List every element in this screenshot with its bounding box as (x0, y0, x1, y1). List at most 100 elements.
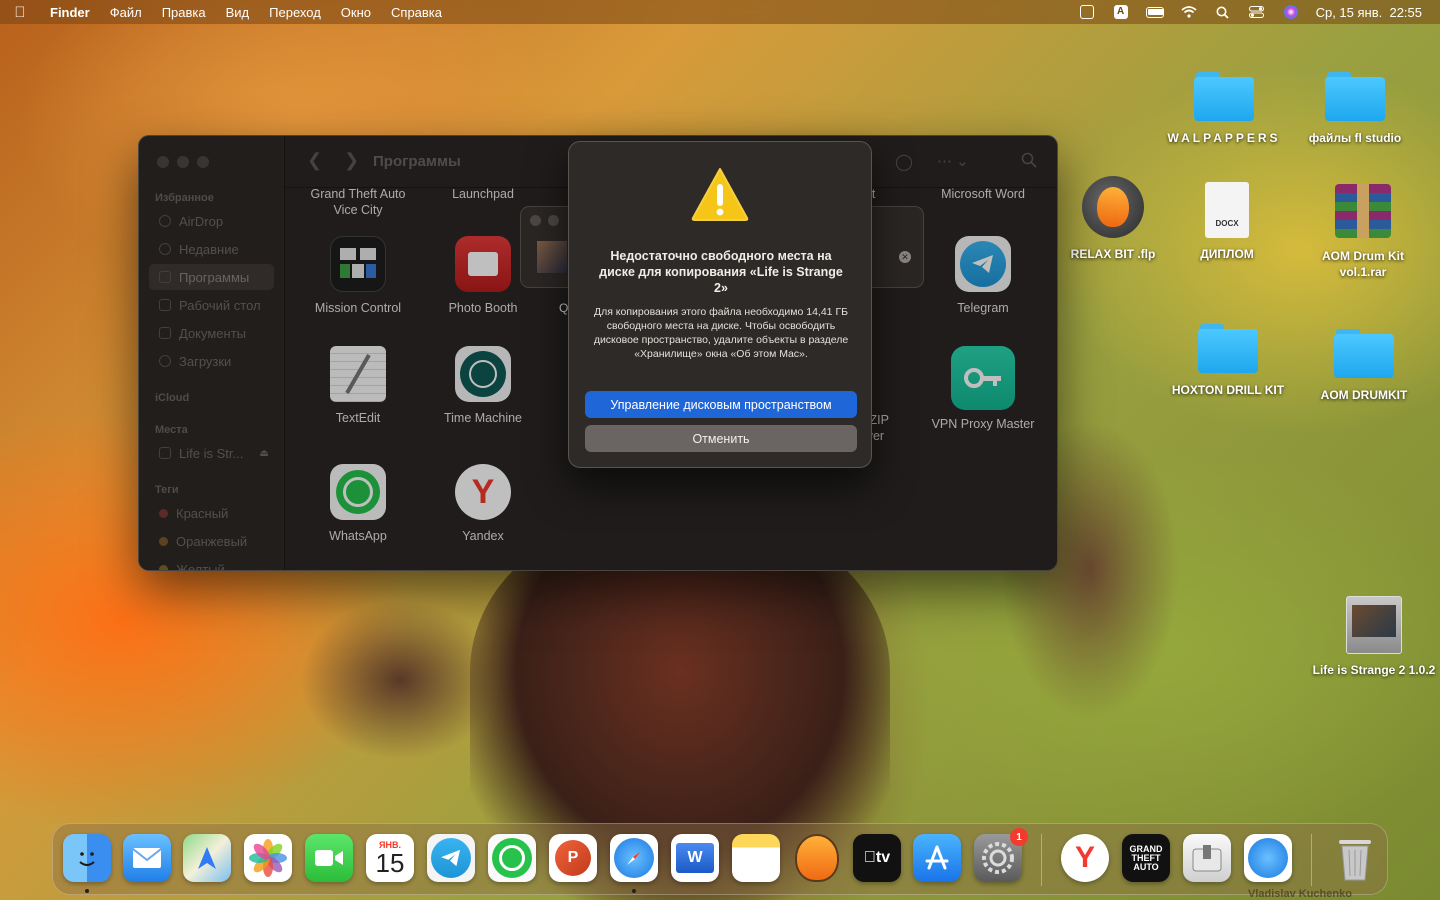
stop-copy-icon[interactable]: ✕ (899, 251, 911, 263)
desktop-folder-hoxton[interactable]: HOXTON DRILL KIT (1163, 324, 1293, 398)
sidebar-item-applications[interactable]: Программы (149, 264, 274, 290)
sidebar-item-desktop[interactable]: Рабочий стол (149, 292, 274, 318)
dock-safari-icon[interactable] (610, 834, 658, 882)
minimize-window-button[interactable] (548, 215, 559, 226)
dock-trash-icon[interactable] (1331, 834, 1379, 882)
textedit-icon (330, 346, 386, 402)
desktop-file-aom-drum-kit-rar[interactable]: AOM Drum Kit vol.1.rar (1298, 184, 1428, 280)
screen-recorder-icon[interactable] (1078, 5, 1096, 19)
app-time-machine[interactable]: Time Machine (418, 346, 548, 426)
sidebar-item-volume[interactable]: Life is Str... ⏏ (149, 440, 274, 466)
dock-mail-icon[interactable] (123, 834, 171, 882)
app-telegram[interactable]: Telegram (918, 236, 1048, 316)
more-options-icon[interactable]: ⋯ ⌄ (937, 152, 969, 170)
running-indicator (632, 889, 636, 893)
tv-label: tv (869, 849, 890, 866)
dock-photos-icon[interactable] (244, 834, 292, 882)
apple-logo-icon:  (864, 849, 876, 867)
sidebar-item-airdrop[interactable]: AirDrop (149, 208, 274, 234)
dock-facetime-icon[interactable] (305, 834, 353, 882)
app-label: Photo Booth (448, 301, 518, 315)
eject-icon[interactable]: ⏏ (259, 448, 268, 459)
menu-view[interactable]: Вид (216, 5, 260, 20)
folder-icon (1325, 72, 1385, 122)
tag-dot-icon (159, 508, 168, 518)
desktop-item-label: Life is Strange 2 1.0.2 (1312, 663, 1436, 677)
menu-go[interactable]: Переход (259, 5, 331, 20)
alert-message: Для копирования этого файла необходимо 1… (593, 306, 849, 360)
spotlight-search-icon[interactable] (1214, 5, 1232, 19)
dock-safari-download-icon[interactable] (1244, 834, 1292, 882)
manage-storage-button[interactable]: Управление дисковым пространством (585, 391, 857, 418)
calendar-day: 15 (375, 848, 405, 878)
desktop-folder-aom-drumkit[interactable]: AOM DRUMKIT (1299, 329, 1429, 403)
control-center-icon[interactable] (1248, 5, 1266, 19)
wifi-icon[interactable] (1180, 5, 1198, 19)
wallpaper-watermark: Vladislav Kuchenko (1248, 888, 1352, 900)
app-launchpad[interactable]: Launchpad (418, 186, 548, 202)
desktop-app-life-is-strange[interactable]: Life is Strange 2 1.0.2 (1309, 596, 1439, 678)
dock-gta-vice-city-icon[interactable]: GRAND THEFT AUTO (1122, 834, 1170, 882)
desktop-item-label: файлы fl studio (1308, 131, 1402, 145)
battery-icon[interactable] (1145, 5, 1164, 19)
photo-booth-icon (455, 236, 511, 292)
sidebar-item-label: Недавние (179, 241, 239, 257)
dock-yandex-icon[interactable]: Y (1061, 834, 1109, 882)
minimize-window-button[interactable] (177, 156, 189, 168)
desktop-file-diplom[interactable]: DOCX ДИПЛОМ (1162, 182, 1292, 262)
sidebar-item-recents[interactable]: Недавние (149, 236, 274, 262)
clock[interactable]: Ср, 15 янв. 22:55 (1316, 5, 1422, 20)
sidebar-tag-orange[interactable]: Оранжевый (149, 528, 274, 554)
menu-edit[interactable]: Правка (152, 5, 216, 20)
app-gta-vice-city[interactable]: Grand Theft Auto Vice City (293, 186, 423, 218)
app-textedit[interactable]: TextEdit (293, 346, 423, 426)
dock-maps-icon[interactable] (183, 834, 231, 882)
app-whatsapp[interactable]: WhatsApp (293, 464, 423, 544)
sidebar-tag-yellow[interactable]: Желтый (149, 556, 274, 570)
close-window-button[interactable] (157, 156, 169, 168)
sidebar-item-label: Программы (179, 269, 250, 285)
desktop-file-relax-bit[interactable]: RELAX BIT .flp (1048, 176, 1178, 262)
dock-app-store-icon[interactable] (913, 834, 961, 882)
sidebar-item-downloads[interactable]: Загрузки (149, 348, 274, 374)
sidebar-item-documents[interactable]: Документы (149, 320, 274, 346)
sidebar-item-label: Загрузки (179, 353, 232, 369)
forward-chevron-icon[interactable]: ❯ (344, 150, 359, 171)
running-indicator (85, 889, 89, 893)
zoom-window-button[interactable] (197, 156, 209, 168)
cancel-button[interactable]: Отменить (585, 425, 857, 452)
dock-archive-utility-icon[interactable] (1183, 834, 1231, 882)
dock-word-icon[interactable]: W (671, 834, 719, 882)
dock-calendar-icon[interactable]: ЯНВ. 15 (366, 834, 414, 882)
download-icon (159, 355, 171, 367)
app-mission-control[interactable]: Mission Control (293, 236, 423, 316)
window-title: Программы (373, 153, 461, 170)
desktop-folder-walpappers[interactable]: WALPAPPERS (1159, 72, 1289, 146)
close-window-button[interactable] (530, 215, 541, 226)
tag-icon[interactable]: ◯ (895, 152, 913, 172)
dock-notes-icon[interactable] (732, 834, 780, 882)
menu-file[interactable]: Файл (100, 5, 152, 20)
input-source-icon[interactable]: A (1112, 5, 1130, 19)
app-vpn-proxy-master[interactable]: VPN Proxy Master (918, 346, 1048, 432)
time-machine-icon (455, 346, 511, 402)
dock-system-settings-icon[interactable]: 1 (974, 828, 1028, 882)
insufficient-space-alert: Недостаточно свободного места на диске д… (568, 141, 872, 468)
dock-apple-tv-icon[interactable]: tv (853, 834, 901, 882)
app-yandex[interactable]: Y Yandex (418, 464, 548, 544)
menu-window[interactable]: Окно (331, 5, 381, 20)
siri-icon[interactable] (1282, 5, 1300, 19)
search-icon[interactable] (1021, 152, 1037, 173)
dock-powerpoint-icon[interactable]: P (549, 834, 597, 882)
dock-whatsapp-icon[interactable] (488, 834, 536, 882)
dock-fl-studio-icon[interactable] (793, 834, 841, 882)
menu-help[interactable]: Справка (381, 5, 452, 20)
dock-telegram-icon[interactable] (427, 834, 475, 882)
app-microsoft-word[interactable]: Microsoft Word (918, 186, 1048, 202)
back-chevron-icon[interactable]: ❮ (307, 150, 322, 171)
apple-menu-icon[interactable]:  (0, 4, 40, 21)
sidebar-tag-red[interactable]: Красный (149, 500, 274, 526)
menu-finder[interactable]: Finder (40, 5, 100, 20)
dock-finder-icon[interactable] (63, 834, 111, 882)
desktop-folder-fl-studio[interactable]: файлы fl studio (1290, 72, 1420, 146)
